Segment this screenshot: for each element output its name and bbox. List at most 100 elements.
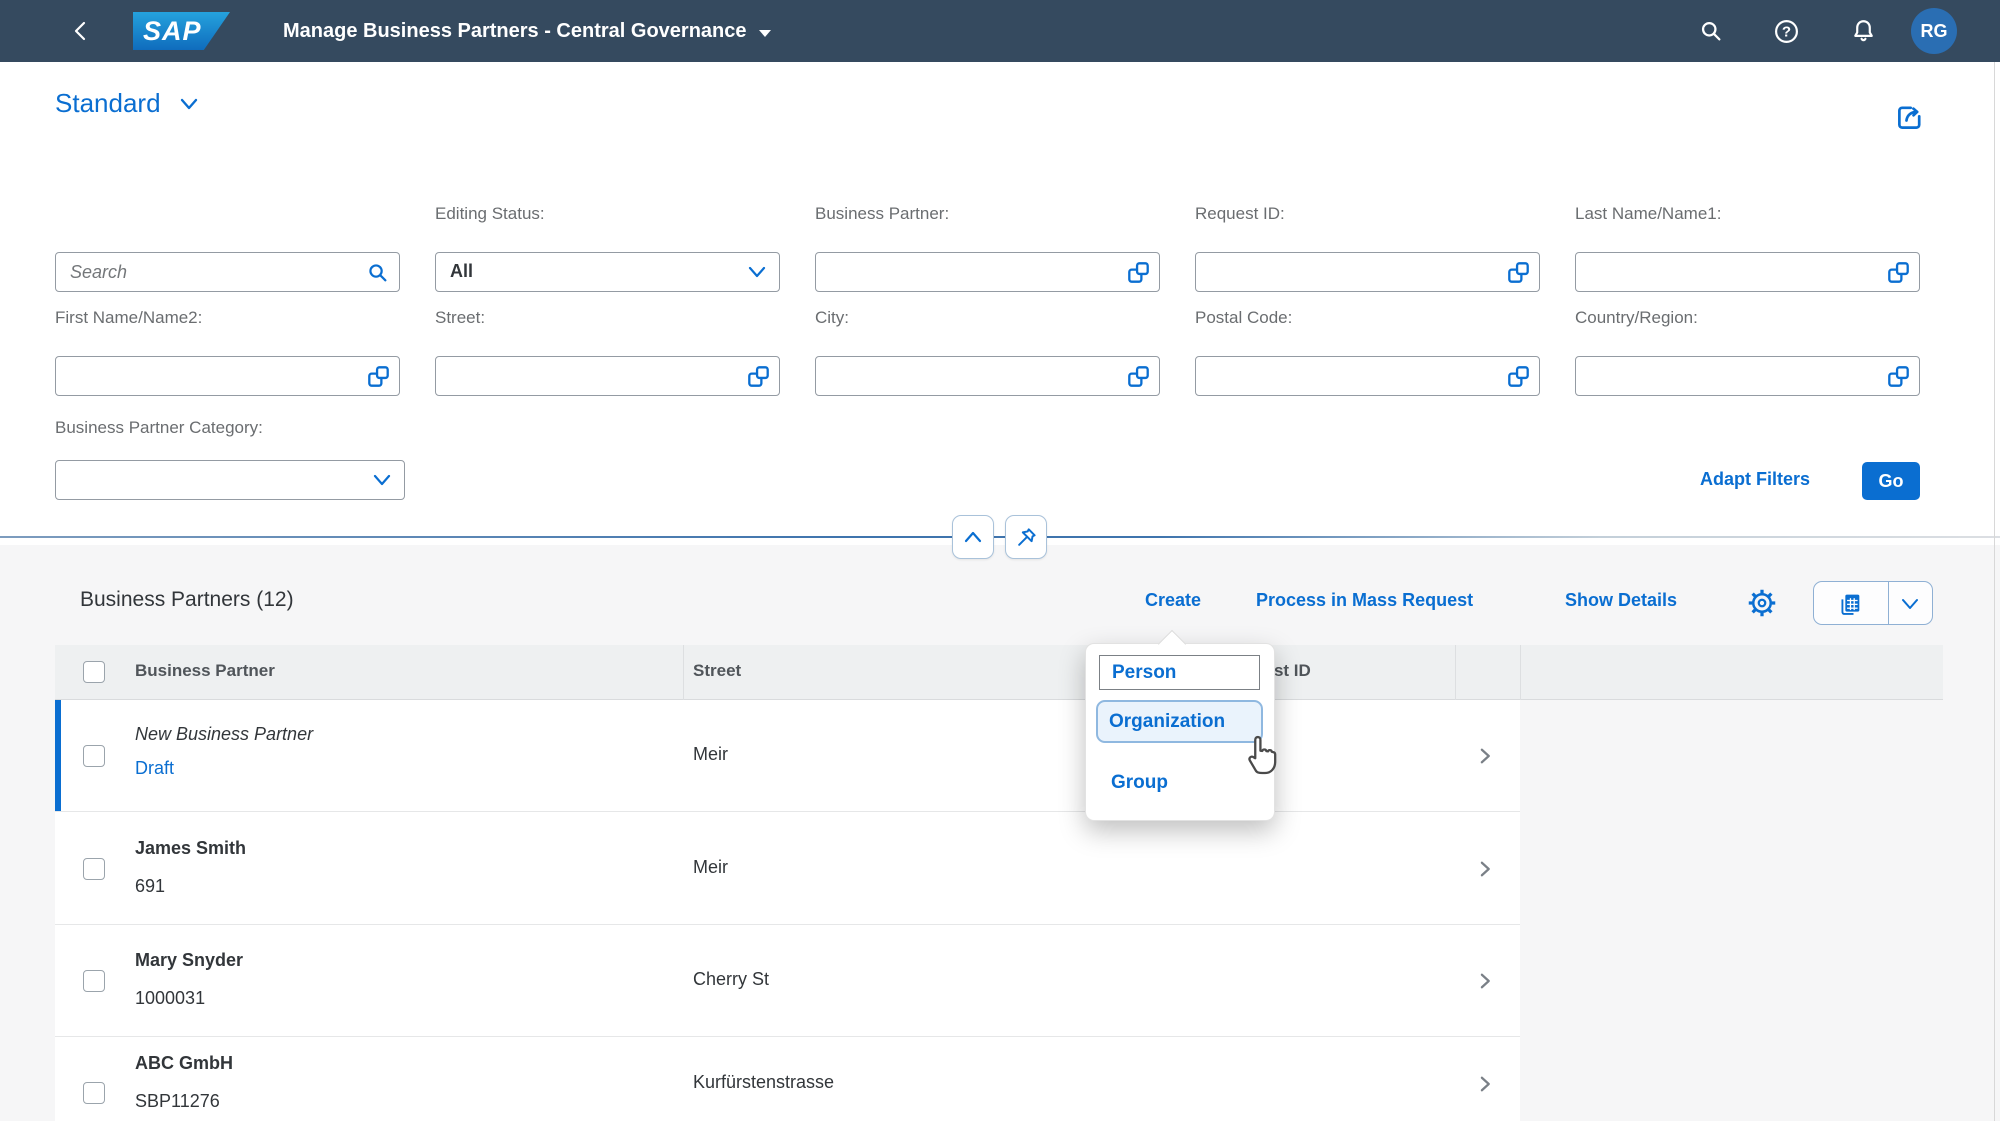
create-button[interactable]: Create	[1145, 590, 1201, 611]
pin-filterbar-button[interactable]	[1005, 515, 1047, 559]
title-dropdown-caret-icon	[758, 30, 771, 37]
row-street: Meir	[693, 744, 728, 764]
export-spreadsheet-icon[interactable]	[1836, 590, 1864, 623]
bp-category-label: Business Partner Category:	[55, 418, 263, 437]
first-name-label: First Name/Name2:	[55, 308, 203, 327]
editing-status-select[interactable]: All	[435, 252, 780, 292]
business-partner-label: Business Partner:	[815, 204, 950, 223]
export-menu-chevron-icon[interactable]	[1899, 597, 1921, 616]
row-id: SBP11276	[135, 1091, 220, 1111]
value-help-icon[interactable]	[1887, 365, 1910, 393]
row-checkbox[interactable]	[83, 970, 105, 992]
avatar[interactable]: RG	[1911, 8, 1957, 54]
search-input[interactable]	[56, 253, 399, 291]
city-label: City:	[815, 308, 849, 327]
column-divider	[1455, 645, 1456, 700]
help-icon[interactable]: ?	[1772, 17, 1801, 51]
bp-category-select[interactable]	[55, 460, 405, 500]
value-help-icon[interactable]	[1887, 261, 1910, 289]
back-icon[interactable]	[70, 19, 94, 48]
row-street: Kurfürstenstrasse	[693, 1072, 835, 1092]
row-name: New Business Partner	[135, 724, 314, 744]
pin-icon	[1017, 527, 1036, 546]
request-id-input[interactable]	[1195, 252, 1540, 292]
table-row[interactable]: ABC GmbH SBP11276 Kurfürstenstrasse	[55, 1037, 1520, 1121]
row-checkbox[interactable]	[83, 745, 105, 767]
street-label: Street:	[435, 308, 486, 327]
chevron-up-icon	[964, 531, 982, 543]
first-name-input[interactable]	[55, 356, 400, 396]
column-header-business-partner[interactable]: Business Partner	[135, 661, 275, 681]
row-name: James Smith	[135, 838, 247, 858]
table-row[interactable]: New Business Partner Draft Meir	[55, 700, 1520, 812]
shell-header: SAP Manage Business Partners - Central G…	[0, 0, 2000, 62]
table-header-row: Business Partner Street Request ID	[55, 645, 1943, 700]
export-split-button[interactable]	[1813, 581, 1933, 625]
value-help-icon[interactable]	[1507, 365, 1530, 393]
row-id: 691	[135, 876, 166, 896]
row-id: 1000031	[135, 988, 206, 1008]
chevron-down-icon	[180, 98, 197, 110]
svg-text:?: ?	[1782, 24, 1791, 41]
request-id-label: Request ID:	[1195, 204, 1285, 223]
row-navigation-chevron-icon[interactable]	[1475, 1074, 1495, 1099]
row-navigation-chevron-icon[interactable]	[1475, 859, 1495, 884]
editing-status-value: All	[450, 261, 474, 281]
table-row[interactable]: Mary Snyder 1000031 Cherry St	[55, 925, 1520, 1037]
row-street: Cherry St	[693, 969, 770, 989]
column-divider	[683, 645, 684, 700]
filterbar-divider	[0, 536, 2000, 538]
menu-item-person[interactable]: Person	[1099, 655, 1260, 690]
process-mass-request-button[interactable]: Process in Mass Request	[1256, 590, 1473, 611]
variant-label: Standard	[55, 88, 161, 118]
row-draft-link[interactable]: Draft	[135, 758, 174, 779]
app-title-text: Manage Business Partners - Central Gover…	[283, 20, 747, 42]
value-help-icon[interactable]	[367, 365, 390, 393]
search-icon[interactable]	[1698, 18, 1725, 50]
value-help-icon[interactable]	[1127, 261, 1150, 289]
window-edge	[1994, 62, 1995, 1121]
street-input[interactable]	[435, 356, 780, 396]
row-checkbox[interactable]	[83, 858, 105, 880]
menu-item-group[interactable]: Group	[1111, 768, 1168, 798]
collapse-filterbar-button[interactable]	[952, 515, 994, 559]
last-name-label: Last Name/Name1:	[1575, 204, 1722, 223]
city-input[interactable]	[815, 356, 1160, 396]
last-name-input[interactable]	[1575, 252, 1920, 292]
country-input[interactable]	[1575, 356, 1920, 396]
value-help-icon[interactable]	[1507, 261, 1530, 289]
table-row[interactable]: James Smith 691 Meir	[55, 812, 1520, 925]
adapt-filters-button[interactable]: Adapt Filters	[1700, 469, 1810, 490]
select-all-checkbox[interactable]	[83, 661, 105, 683]
country-label: Country/Region:	[1575, 308, 1698, 327]
table-settings-gear-icon[interactable]	[1747, 588, 1777, 618]
notifications-bell-icon[interactable]	[1849, 17, 1878, 51]
search-field[interactable]	[55, 252, 400, 292]
row-name: Mary Snyder	[135, 950, 244, 970]
row-checkbox[interactable]	[83, 1082, 105, 1104]
go-button[interactable]: Go	[1862, 462, 1920, 500]
search-icon[interactable]	[367, 262, 389, 289]
row-navigation-chevron-icon[interactable]	[1475, 746, 1495, 771]
show-details-button[interactable]: Show Details	[1565, 590, 1677, 611]
app-window: SAP Manage Business Partners - Central G…	[0, 0, 2000, 1121]
share-icon[interactable]	[1893, 100, 1927, 139]
draft-accent-bar	[55, 700, 61, 811]
row-navigation-chevron-icon[interactable]	[1475, 971, 1495, 996]
value-help-icon[interactable]	[1127, 365, 1150, 393]
editing-status-label: Editing Status:	[435, 204, 545, 223]
app-title[interactable]: Manage Business Partners - Central Gover…	[283, 0, 771, 62]
split-button-divider	[1888, 582, 1889, 624]
business-partner-input[interactable]	[815, 252, 1160, 292]
sap-logo[interactable]: SAP	[133, 12, 230, 50]
column-header-street[interactable]: Street	[693, 661, 741, 681]
postal-code-input[interactable]	[1195, 356, 1540, 396]
row-street: Meir	[693, 857, 728, 877]
row-name: ABC GmbH	[135, 1053, 233, 1073]
hand-cursor-icon	[1238, 729, 1284, 784]
table-title: Business Partners (12)	[80, 588, 294, 611]
value-help-icon[interactable]	[747, 365, 770, 393]
chevron-down-icon	[372, 473, 392, 492]
postal-code-label: Postal Code:	[1195, 308, 1293, 327]
variant-selector[interactable]: Standard	[55, 88, 200, 119]
